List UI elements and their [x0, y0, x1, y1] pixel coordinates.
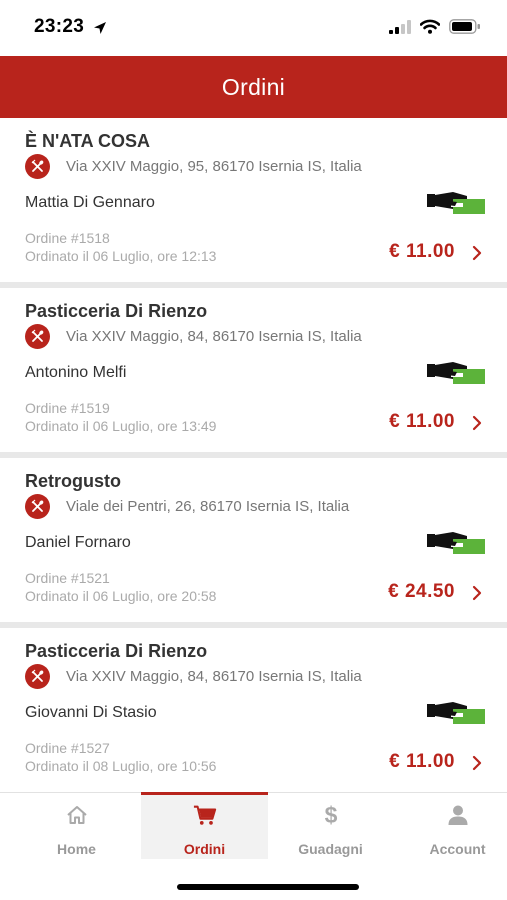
order-price: € 11.00: [389, 411, 455, 432]
home-icon: [65, 803, 89, 827]
svg-text:$: $: [324, 803, 337, 827]
fork-knife-icon: [25, 663, 50, 689]
cash-payment-icon: [427, 532, 485, 554]
restaurant-address: Via XXIV Maggio, 84, 86170 Isernia IS, I…: [66, 667, 362, 685]
order-number: Ordine #1521: [25, 570, 110, 586]
order-card[interactable]: Pasticceria Di Rienzo Via XXIV Maggio, 8…: [0, 288, 507, 452]
app-header: Ordini: [0, 56, 507, 118]
restaurant-address-row: Via XXIV Maggio, 84, 86170 Isernia IS, I…: [25, 663, 362, 689]
restaurant-address: Via XXIV Maggio, 95, 86170 Isernia IS, I…: [66, 157, 362, 175]
chevron-right-icon[interactable]: [471, 245, 483, 261]
user-icon: [446, 803, 470, 827]
tab-label-account: Account: [429, 841, 486, 857]
order-date: Ordinato il 06 Luglio, ore 13:49: [25, 418, 217, 434]
fork-knife-icon: [25, 153, 50, 179]
restaurant-name: È N'ATA COSA: [25, 131, 150, 151]
restaurant-address: Via XXIV Maggio, 84, 86170 Isernia IS, I…: [66, 327, 362, 345]
tab-home[interactable]: Home: [13, 793, 140, 859]
cart-icon: [193, 803, 217, 827]
order-date: Ordinato il 06 Luglio, ore 20:58: [25, 588, 217, 604]
order-price: € 11.00: [389, 241, 455, 262]
order-date: Ordinato il 08 Luglio, ore 10:56: [25, 758, 217, 774]
order-number: Ordine #1518: [25, 230, 110, 246]
order-card[interactable]: Retrogusto Viale dei Pentri, 26, 86170 I…: [0, 458, 507, 622]
battery-icon: [449, 19, 480, 34]
restaurant-address-row: Viale dei Pentri, 26, 86170 Isernia IS, …: [25, 493, 349, 519]
home-indicator: [177, 884, 359, 890]
restaurant-name: Pasticceria Di Rienzo: [25, 641, 208, 661]
restaurant-name: Pasticceria Di Rienzo: [25, 301, 208, 321]
order-date: Ordinato il 06 Luglio, ore 12:13: [25, 248, 217, 264]
fork-knife-icon: [25, 493, 50, 519]
cash-payment-icon: [427, 702, 485, 724]
restaurant-address-row: Via XXIV Maggio, 84, 86170 Isernia IS, I…: [25, 323, 362, 349]
order-number: Ordine #1519: [25, 400, 110, 416]
page-title: Ordini: [221, 73, 286, 100]
cash-payment-icon: [427, 192, 485, 214]
customer-name: Giovanni Di Stasio: [25, 704, 157, 721]
cellular-signal-icon: [389, 19, 411, 34]
customer-name: Antonino Melfi: [25, 364, 127, 381]
tab-label-guadagni: Guadagni: [298, 841, 363, 857]
wifi-icon: [420, 19, 440, 34]
restaurant-address: Viale dei Pentri, 26, 86170 Isernia IS, …: [66, 497, 350, 515]
status-bar: 23:23: [0, 0, 507, 56]
order-card[interactable]: Pasticceria Di Rienzo Via XXIV Maggio, 8…: [0, 628, 507, 792]
restaurant-name: Retrogusto: [25, 471, 121, 491]
customer-name: Mattia Di Gennaro: [25, 194, 155, 211]
cash-payment-icon: [427, 362, 485, 384]
chevron-right-icon[interactable]: [471, 755, 483, 771]
customer-name: Daniel Fornaro: [25, 534, 131, 551]
fork-knife-icon: [25, 323, 50, 349]
tab-ordini[interactable]: Ordini: [141, 792, 268, 859]
chevron-right-icon[interactable]: [471, 415, 483, 431]
tab-label-home: Home: [57, 841, 96, 857]
chevron-right-icon[interactable]: [471, 585, 483, 601]
order-card[interactable]: È N'ATA COSA Via XXIV Maggio, 95, 86170 …: [0, 118, 507, 282]
restaurant-address-row: Via XXIV Maggio, 95, 86170 Isernia IS, I…: [25, 153, 362, 179]
tab-guadagni[interactable]: $ Guadagni: [267, 793, 394, 859]
orders-list[interactable]: È N'ATA COSA Via XXIV Maggio, 95, 86170 …: [0, 118, 507, 792]
dollar-icon: $: [319, 803, 343, 827]
status-time: 23:23: [34, 16, 85, 37]
order-price: € 11.00: [389, 751, 455, 772]
tab-account[interactable]: Account: [394, 793, 507, 859]
tab-label-ordini: Ordini: [183, 841, 226, 857]
order-price: € 24.50: [388, 581, 455, 602]
location-arrow-icon: [94, 22, 106, 34]
order-number: Ordine #1527: [25, 740, 110, 756]
